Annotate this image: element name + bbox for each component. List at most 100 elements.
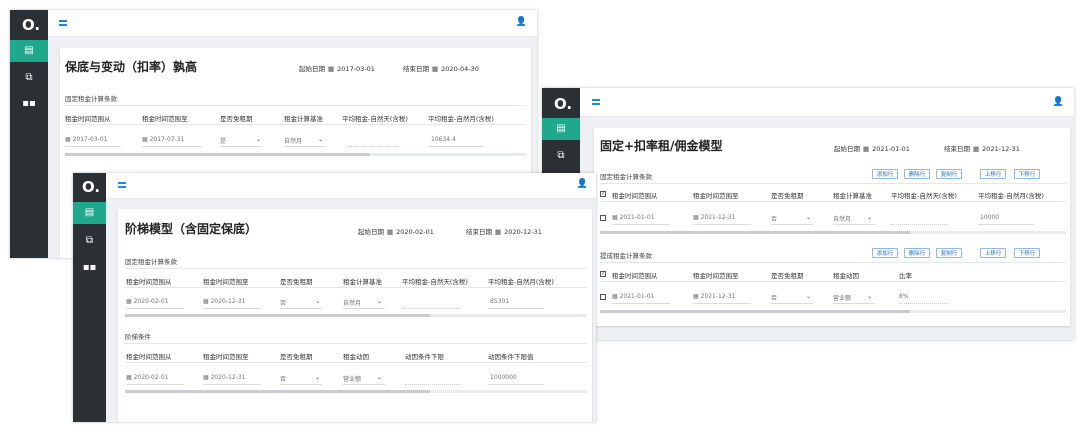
horizontal-scrollbar[interactable] [600,231,1066,234]
page-title: 保底与变动（扣率）孰高 [65,60,198,74]
input-underline [771,303,813,304]
sidebar-item-copy[interactable]: ⧉ [10,68,48,88]
calendar-icon: ▦ [612,214,620,221]
free-period-select[interactable]: 否 [771,293,777,302]
move-up-button[interactable]: 上移行 [980,248,1006,258]
col-header: 租金时间范围至 [203,278,249,286]
date-to-input[interactable]: ▦ 2021-12-31 [693,293,735,300]
window-fixed-commission-model: O. ▤ ⧉ 👤 固定+扣率租/佣金模型 起始日期 ▦ 2021-01-01 结束日… [542,88,1074,340]
end-date-label: 结束日期 [944,145,970,153]
move-down-button[interactable]: 下移行 [1014,169,1040,179]
col-header: 租金时间范围至 [693,192,739,200]
user-icon[interactable]: 👤 [1053,97,1064,107]
sidebar-item-documents[interactable]: ▤ [73,202,106,224]
section-fixed-rent: 固定租金计算条款 [125,258,177,266]
select-all-checkbox[interactable]: ✓ [600,271,606,277]
col-header: 是否免租期 [771,192,804,200]
col-header: 平均租金-自然月(含税) [978,192,1044,200]
input-underline [488,384,544,385]
move-up-button[interactable]: 上移行 [980,169,1006,179]
date-to-input[interactable]: ▦ 2017-07-31 [142,136,184,143]
avg-month-input[interactable]: 85301 [490,298,509,305]
basis-select[interactable]: 自然月 [343,298,361,307]
start-date-field[interactable]: 起始日期 ▦ 2021-01-01 [834,143,910,153]
menu-icon[interactable] [59,20,67,26]
date-to-input[interactable]: ▦ 2020-12-31 [203,374,245,381]
calendar-icon: ▦ [495,228,502,236]
menu-icon[interactable] [118,182,126,188]
select-all-checkbox[interactable]: ✓ [600,191,606,197]
free-period-select[interactable]: 否 [280,298,286,307]
horizontal-scrollbar[interactable] [600,310,1066,313]
end-date-field[interactable]: 结束日期 ▦ 2021-12-31 [944,143,1020,153]
basis-select[interactable]: 自然月 [833,214,851,223]
delete-row-button[interactable]: 删除行 [904,169,930,179]
chevron-down-icon: ⌄ [318,136,324,143]
sidebar: O. ▤ ⧉ ▪▪ [10,10,48,258]
driver-select[interactable]: 营业额 [343,374,361,383]
copy-row-button[interactable]: 复制行 [936,248,962,258]
col-header: 平均租金-自然天(含税) [342,115,408,123]
scrollbar-thumb[interactable] [65,153,370,156]
avg-month-input[interactable]: 10000 [980,214,999,221]
divider [125,362,587,363]
sidebar-item-documents[interactable]: ▤ [10,40,48,62]
chevron-down-icon: ⌄ [806,293,812,300]
menu-icon[interactable] [592,99,600,105]
end-date-field[interactable]: 结束日期 ▦ 2020-12-31 [466,226,542,236]
end-date-value: 2020-04-30 [441,65,479,73]
horizontal-scrollbar[interactable] [65,153,526,156]
calendar-icon: ▦ [328,65,335,73]
input-underline [693,224,751,225]
delete-row-button[interactable]: 删除行 [904,248,930,258]
sidebar-item-copy[interactable]: ⧉ [542,146,580,166]
copy-row-button[interactable]: 复制行 [936,169,962,179]
horizontal-scrollbar[interactable] [125,390,587,393]
scrollbar-thumb[interactable] [600,310,910,313]
sidebar-item-copy[interactable]: ⧉ [73,231,106,251]
divider [125,268,587,269]
rate-input[interactable]: 8% [899,293,909,300]
avg-month-input[interactable]: 10634.4 [431,136,456,143]
sidebar-item-apps[interactable]: ▪▪ [10,94,48,114]
row-checkbox[interactable] [600,294,606,300]
chevron-down-icon: ⌄ [315,298,321,305]
free-period-select[interactable]: 否 [771,214,777,223]
logo-ring-icon: O. [82,178,101,196]
date-from-input[interactable]: ▦ 2021-01-01 [612,293,654,300]
start-date-value: 2021-01-01 [872,145,910,153]
scrollbar-thumb[interactable] [125,314,430,317]
date-from-input[interactable]: ▦ 2017-03-01 [65,136,107,143]
col-header: 租金时间范围从 [612,272,658,280]
date-from-input[interactable]: ▦ 2020-02-01 [126,298,168,305]
user-icon[interactable]: 👤 [577,179,588,189]
add-row-button[interactable]: 添加行 [872,169,898,179]
start-date-label: 起始日期 [299,65,325,73]
user-icon[interactable]: 👤 [516,17,527,27]
top-bar: 👤 [580,88,1074,117]
add-row-button[interactable]: 添加行 [872,248,898,258]
date-from-input[interactable]: ▦ 2021-01-01 [612,214,654,221]
move-down-button[interactable]: 下移行 [1014,248,1040,258]
date-from-input[interactable]: ▦ 2020-02-01 [126,374,168,381]
free-period-select[interactable]: 否 [280,374,286,383]
date-to-input[interactable]: ▦ 2021-12-31 [693,214,735,221]
scrollbar-thumb[interactable] [125,390,430,393]
end-date-field[interactable]: 结束日期 ▦ 2020-04-30 [403,63,479,73]
row-checkbox[interactable] [600,215,606,221]
free-period-select[interactable]: 是 [220,136,226,145]
sidebar-item-documents[interactable]: ▤ [542,118,580,140]
horizontal-scrollbar[interactable] [125,314,587,317]
chevron-down-icon: ⌄ [377,374,383,381]
scrollbar-thumb[interactable] [600,231,910,234]
start-date-field[interactable]: 起始日期 ▦ 2020-02-01 [358,226,434,236]
driver-select[interactable]: 营业额 [833,293,851,302]
sidebar-item-apps[interactable]: ▪▪ [73,258,106,278]
basis-select[interactable]: 自然月 [284,136,302,145]
col-header: 租金时间范围至 [203,353,249,361]
col-header: 平均租金-自然天(含税) [891,192,957,200]
lower-value-input[interactable]: 1000000 [490,374,517,381]
date-to-input[interactable]: ▦ 2020-12-31 [203,298,245,305]
end-date-label: 结束日期 [403,65,429,73]
start-date-field[interactable]: 起始日期 ▦ 2017-03-01 [299,63,375,73]
